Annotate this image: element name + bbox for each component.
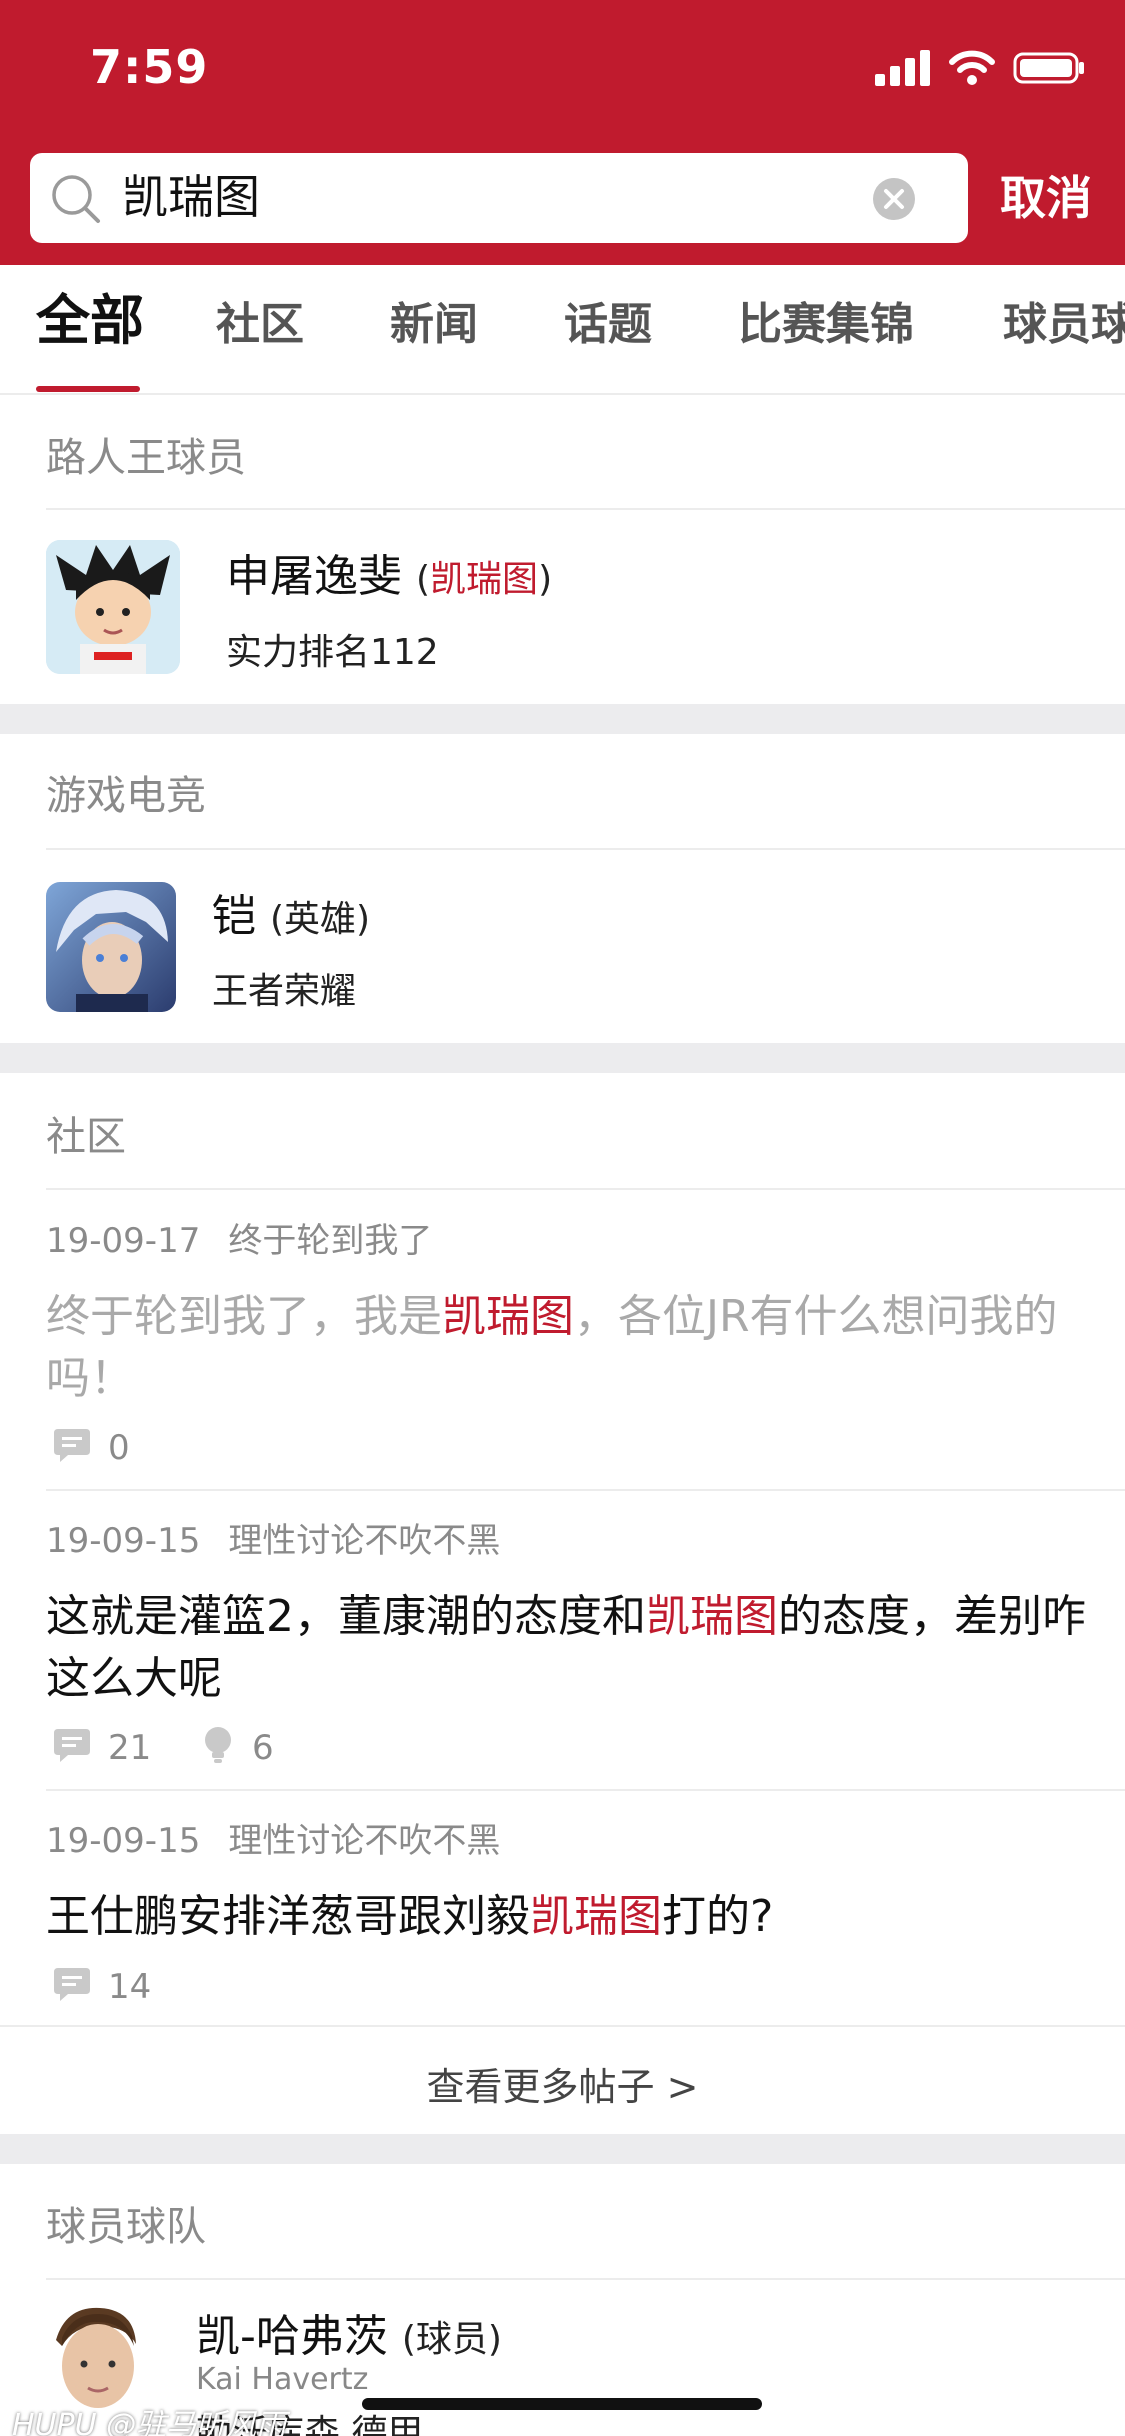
tab-all[interactable]: 全部 [36,291,144,351]
post-meta: 19-09-17 终于轮到我了 [46,1213,432,1262]
section-title-player-king: 路人王球员 [46,435,246,481]
signal-icon [875,50,930,86]
light-bulb-icon [205,1727,231,1763]
light-count: 6 [252,1728,274,1768]
active-tab-indicator [36,386,140,392]
post-forum: 理性讨论不吹不黑 [228,1521,501,1561]
post-forum: 理性讨论不吹不黑 [228,1821,501,1861]
clear-icon[interactable] [872,177,916,221]
wifi-icon [949,50,995,85]
post-title-highlight: 凯瑞图 [442,1291,574,1342]
watermark: HUPU @驻马听风雨 [12,2408,287,2436]
avatar [46,540,180,674]
tab-community[interactable]: 社区 [216,295,304,355]
divider [46,1489,1125,1491]
post-title: 终于轮到我了，我是凯瑞图，各位JR有什么想问我的吗！ [46,1286,1086,1410]
post-title-text: 终于轮到我了，我是 [46,1291,442,1342]
cancel-button[interactable]: 取消 [1000,166,1092,230]
section-gap [0,704,1125,734]
comment-icon [54,1429,90,1462]
post-title-text: 这就是灌篮2，董康潮的态度和 [46,1591,646,1642]
home-indicator [362,2398,762,2410]
divider [0,2025,1125,2027]
status-time: 7:59 [90,40,209,94]
hero-tag: (英雄) [270,899,371,940]
player-tag: (球员) [401,2319,502,2360]
paren-left: ( [416,559,431,600]
top-header: 7:59 凯瑞图 取消 [0,0,1125,265]
tab-highlights[interactable]: 比赛集锦 [738,295,914,355]
post-date: 19-09-15 [46,1821,201,1861]
post-title-highlight: 凯瑞图 [530,1891,662,1942]
player-english-name: Kai Havertz [196,2362,369,2397]
post-forum: 终于轮到我了 [228,1221,433,1261]
result-title: 申屠逸斐 (凯瑞图) [226,540,552,604]
player-rank: 实力排名112 [226,632,439,673]
tab-players-teams[interactable]: 球员球 [1003,295,1125,355]
paren-right: ) [538,559,553,600]
section-title-players-teams: 球员球队 [46,2204,206,2250]
result-title: 铠 (英雄) [212,880,370,944]
category-tabs: 全部 社区 新闻 话题 比赛集锦 球员球 [0,265,1125,395]
search-icon [52,175,100,223]
player-alias: 凯瑞图 [430,559,539,600]
more-posts-button[interactable]: 查看更多帖子 > [0,2056,1125,2111]
player-name: 申屠逸斐 [226,551,402,602]
post-meta: 19-09-15 理性讨论不吹不黑 [46,1813,500,1862]
comment-count: 21 [108,1728,152,1768]
section-title-esports: 游戏电竞 [46,773,206,819]
game-name: 王者荣耀 [212,971,357,1012]
post-meta: 19-09-15 理性讨论不吹不黑 [46,1513,500,1562]
search-query[interactable]: 凯瑞图 [122,167,260,227]
search-input[interactable]: 凯瑞图 [30,153,968,243]
comment-icon [54,1968,90,2001]
post-title: 这就是灌篮2，董康潮的态度和凯瑞图的态度，差别咋这么大呢 [46,1586,1086,1710]
section-gap [0,1043,1125,1073]
divider [46,1188,1125,1190]
section-gap [0,2134,1125,2164]
post-title: 王仕鹏安排洋葱哥跟刘毅凯瑞图打的? [46,1886,1086,1948]
tab-topics[interactable]: 话题 [564,295,652,355]
section-title-community: 社区 [46,1114,126,1160]
divider [46,2278,1125,2280]
post-date: 19-09-15 [46,1521,201,1561]
divider [46,508,1125,510]
comment-count: 0 [108,1428,130,1468]
post-title-text: 王仕鹏安排洋葱哥跟刘毅 [46,1891,530,1942]
tab-news[interactable]: 新闻 [390,295,478,355]
hero-avatar [46,882,176,1012]
post-title-text: 打的? [662,1891,774,1942]
post-title-highlight: 凯瑞图 [646,1591,778,1642]
hero-name: 铠 [212,891,256,942]
comment-icon [54,1729,90,1762]
result-title: 凯-哈弗茨 (球员) [196,2300,502,2364]
status-icons [875,50,1085,90]
player-name: 凯-哈弗茨 [196,2311,388,2362]
divider [46,1789,1125,1791]
divider [46,848,1125,850]
post-date: 19-09-17 [46,1221,201,1261]
battery-icon [1013,52,1084,84]
comment-count: 14 [108,1967,152,2007]
